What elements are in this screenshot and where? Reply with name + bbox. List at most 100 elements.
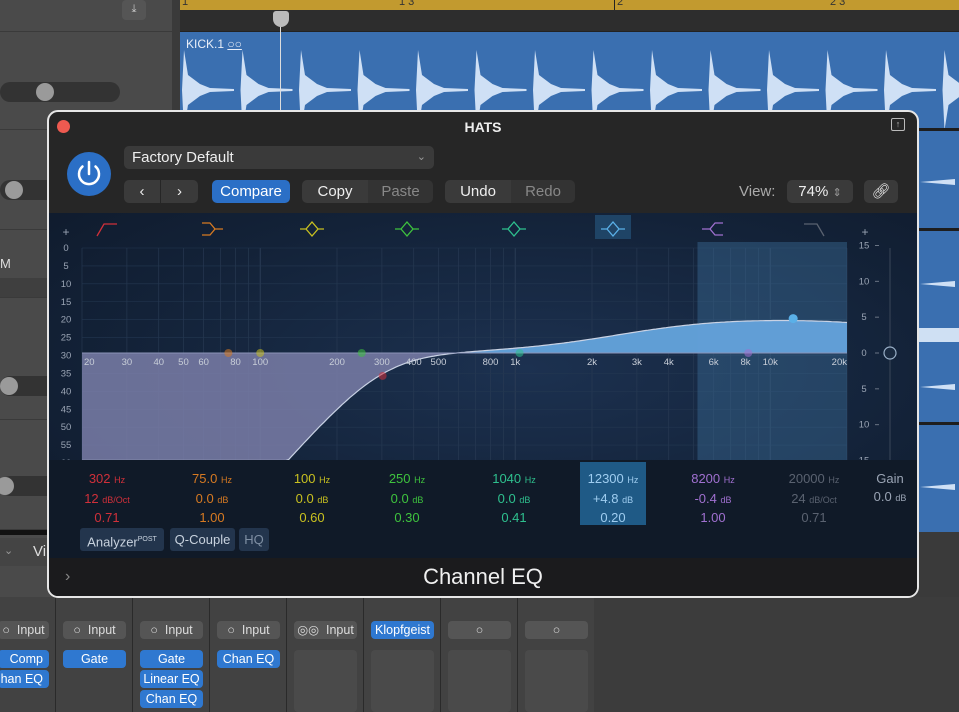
empty-plugin-slot[interactable] (294, 650, 357, 712)
analyzer-scale-label: 25 (61, 333, 72, 344)
band-freq[interactable]: 1040 Hz (479, 470, 549, 490)
band-handle[interactable] (256, 349, 265, 357)
band-handle[interactable] (788, 314, 798, 324)
band-handle[interactable] (357, 349, 366, 357)
view-zoom-select[interactable]: 74% ⇕ (787, 180, 853, 203)
add-band-left-icon[interactable]: + (62, 225, 69, 239)
bell-icon[interactable] (300, 221, 324, 237)
paste-button[interactable]: Paste (368, 180, 433, 203)
preset-dropdown[interactable]: Factory Default ⌄ (124, 146, 434, 169)
input-slot[interactable]: ○ (448, 621, 511, 639)
hq-button[interactable]: HQ (239, 528, 269, 551)
high-cut-icon[interactable] (804, 223, 825, 237)
link-button[interactable]: 🔗︎ (864, 180, 898, 203)
stereo-link-icon: ◎◎ (297, 623, 320, 637)
band-params[interactable]: 12300 Hz +4.8 dB 0.20 (580, 462, 646, 525)
plugin-slot[interactable]: Comp (0, 650, 49, 668)
input-label: Input (325, 623, 354, 637)
download-button[interactable]: ⤓ (122, 0, 146, 20)
redo-button[interactable]: Redo (511, 180, 575, 203)
next-preset-button[interactable]: › (161, 180, 198, 203)
chevron-down-icon[interactable]: ⌄ (4, 544, 13, 557)
input-slot[interactable]: Klopfgeist (371, 621, 434, 639)
band-params[interactable]: 250 Hz 0.0 dB 0.30 (372, 470, 442, 527)
band-handle[interactable] (378, 371, 387, 380)
master-gain[interactable]: Gain 0.0 dB (855, 470, 917, 507)
band-params[interactable]: 8200 Hz -0.4 dB 1.00 (678, 470, 748, 527)
band-q[interactable]: 0.30 (372, 509, 442, 527)
low-shelf-icon[interactable] (202, 222, 223, 236)
freq-tick-label: 8k (741, 357, 751, 368)
band-gain[interactable]: 0.0 dB (372, 490, 442, 510)
band-params[interactable]: 1040 Hz 0.0 dB 0.41 (479, 470, 549, 527)
empty-plugin-slot[interactable] (525, 650, 588, 712)
band-params[interactable]: 100 Hz 0.0 dB 0.60 (277, 470, 347, 527)
plugin-slot[interactable]: han EQ (0, 670, 49, 688)
compare-button[interactable]: Compare (212, 180, 290, 203)
band-gain[interactable]: +4.8 dB (580, 490, 646, 510)
band-gain[interactable]: 0.0 dB (479, 490, 549, 510)
band-gain[interactable]: 0.0 dB (277, 490, 347, 510)
band-handle[interactable] (515, 349, 524, 357)
volume-slider[interactable] (0, 82, 120, 102)
band-q[interactable]: 1.00 (177, 509, 247, 527)
analyzer-button[interactable]: AnalyzerPOST (80, 528, 164, 551)
band-handle[interactable] (224, 349, 233, 357)
band-freq[interactable]: 302 Hz (72, 470, 142, 490)
band-freq[interactable]: 100 Hz (277, 470, 347, 490)
empty-plugin-slot[interactable] (371, 650, 434, 712)
band-handle[interactable] (744, 349, 753, 357)
band-q[interactable]: 0.60 (277, 509, 347, 527)
band-gain[interactable]: 0.0 dB (177, 490, 247, 510)
playhead-handle[interactable] (273, 11, 289, 27)
band-q[interactable]: 1.00 (678, 509, 748, 527)
band-gain[interactable]: -0.4 dB (678, 490, 748, 510)
band-freq[interactable]: 8200 Hz (678, 470, 748, 490)
bell-icon[interactable] (395, 221, 419, 237)
slider-knob[interactable] (36, 83, 54, 101)
bell-icon[interactable] (595, 215, 631, 239)
copy-button[interactable]: Copy (302, 180, 368, 203)
high-shelf-icon[interactable] (702, 222, 723, 236)
plugin-slot[interactable]: Chan EQ (140, 690, 203, 708)
previous-preset-button[interactable]: ‹ (124, 180, 160, 203)
input-slot[interactable]: ○ (525, 621, 588, 639)
low-cut-icon[interactable] (96, 223, 117, 237)
view-menu[interactable]: Vi (33, 543, 46, 560)
band-q[interactable]: 0.71 (779, 509, 849, 527)
band-freq[interactable]: 20000 Hz (779, 470, 849, 490)
gain-value[interactable]: 0.0 (874, 489, 892, 504)
input-slot[interactable]: ○ Input (140, 621, 203, 639)
band-q[interactable]: 0.71 (72, 509, 142, 527)
input-slot[interactable]: ◎◎ Input (294, 621, 357, 639)
plugin-slot[interactable]: Gate (140, 650, 203, 668)
plugin-slot[interactable]: Chan EQ (217, 650, 280, 668)
empty-plugin-slot[interactable] (448, 650, 511, 712)
timeline-ruler[interactable]: 1 1 3 2 2 3 (180, 0, 959, 32)
band-params[interactable]: 20000 Hz 24 dB/Oct 0.71 (779, 470, 849, 527)
input-slot[interactable]: ○ Input (217, 621, 280, 639)
plugin-footer: › Channel EQ (49, 558, 917, 596)
q-couple-button[interactable]: Q-Couple (170, 528, 235, 551)
input-slot[interactable]: ○ Input (63, 621, 126, 639)
band-gain[interactable]: 24 dB/Oct (779, 490, 849, 510)
plugin-slot[interactable]: Linear EQ (140, 670, 203, 688)
band-freq[interactable]: 75.0 Hz (177, 470, 247, 490)
band-freq[interactable]: 12300 Hz (580, 470, 646, 490)
bell-icon[interactable] (502, 221, 526, 237)
input-slot[interactable]: ○ Input (0, 621, 49, 639)
band-q[interactable]: 0.20 (580, 509, 646, 527)
freq-tick-label: 60 (198, 357, 209, 368)
plugin-slot[interactable]: Gate (63, 650, 126, 668)
band-q[interactable]: 0.41 (479, 509, 549, 527)
add-band-right-icon[interactable]: + (861, 225, 868, 239)
band-params[interactable]: 75.0 Hz 0.0 dB 1.00 (177, 470, 247, 527)
detach-icon[interactable]: ↑ (891, 118, 905, 131)
band-gain[interactable]: 12 dB/Oct (72, 490, 142, 510)
undo-button[interactable]: Undo (445, 180, 511, 203)
band-params[interactable]: 302 Hz 12 dB/Oct 0.71 (72, 470, 142, 527)
power-button[interactable] (67, 152, 111, 196)
master-gain-handle[interactable] (883, 346, 897, 360)
band-freq[interactable]: 250 Hz (372, 470, 442, 490)
freq-tick-label: 10k (763, 357, 779, 368)
